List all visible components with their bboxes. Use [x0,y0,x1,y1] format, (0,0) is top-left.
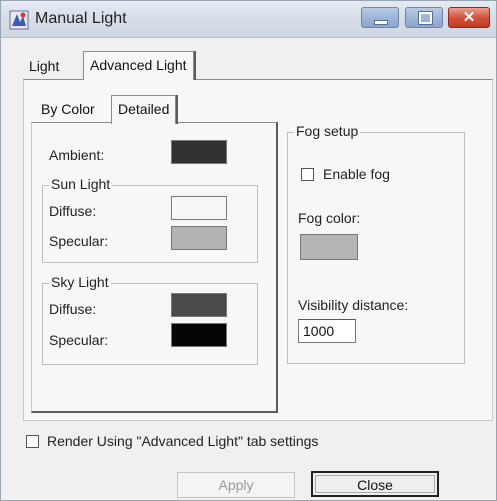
manual-light-window: Manual Light ✕ Light Advanced Light By C… [0,0,497,501]
close-window-button[interactable]: ✕ [448,7,490,28]
minimize-button[interactable] [361,7,399,28]
app-icon [9,10,29,30]
sky-specular-label: Specular: [49,332,109,348]
visibility-distance-input[interactable] [298,319,356,343]
title-bar[interactable]: Manual Light ✕ [1,1,496,38]
sun-specular-label: Specular: [49,233,109,249]
tab-detailed[interactable]: Detailed [111,95,177,124]
detailed-panel [31,122,278,413]
render-advanced-label[interactable]: Render Using "Advanced Light" tab settin… [47,433,318,449]
fog-color-swatch[interactable] [300,234,358,260]
ambient-color-swatch[interactable] [171,140,227,164]
sky-specular-color-swatch[interactable] [171,323,227,347]
window-title: Manual Light [35,10,127,27]
sky-light-title: Sky Light [49,274,111,290]
fog-color-label: Fog color: [298,210,361,226]
close-button-label: Close [357,477,393,493]
apply-button[interactable]: Apply [177,472,295,498]
render-advanced-checkbox[interactable] [26,435,39,448]
tab-light[interactable]: Light [25,54,63,78]
sky-diffuse-color-swatch[interactable] [171,293,227,317]
tab-advanced-light[interactable]: Advanced Light [83,51,194,80]
maximize-button[interactable] [405,7,443,28]
fog-setup-title: Fog setup [294,123,361,139]
sun-diffuse-color-swatch[interactable] [171,196,227,220]
visibility-distance-label: Visibility distance: [298,297,409,313]
close-icon: ✕ [462,9,476,26]
sun-light-title: Sun Light [49,176,113,192]
enable-fog-label[interactable]: Enable fog [323,166,390,182]
enable-fog-checkbox[interactable] [301,168,314,181]
sun-diffuse-label: Diffuse: [49,203,97,219]
sun-specular-color-swatch[interactable] [171,226,227,250]
sky-diffuse-label: Diffuse: [49,301,97,317]
ambient-label: Ambient: [49,147,105,163]
tab-by-color[interactable]: By Color [37,97,99,121]
close-button[interactable]: Close [311,471,439,497]
